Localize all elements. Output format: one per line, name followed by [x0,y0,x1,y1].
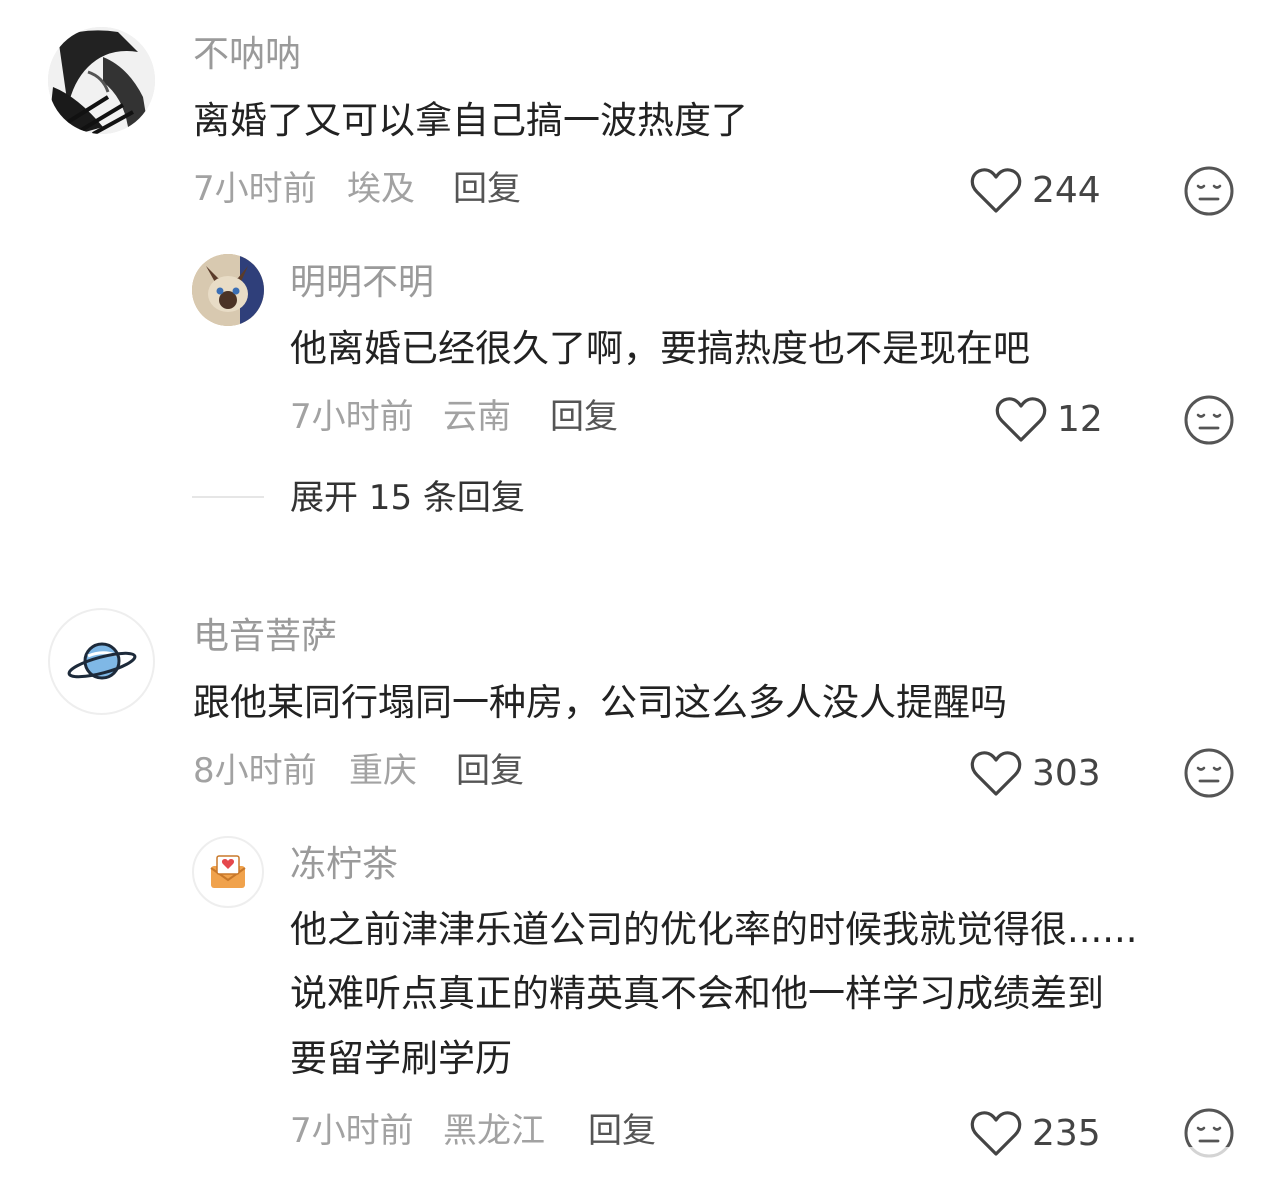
comment-username[interactable]: 不呐呐 [193,33,301,77]
heart-outline-icon [970,750,1022,798]
reply-time: 7小时前 [290,1111,414,1151]
reply-location: 云南 [443,397,511,437]
meh-face-icon[interactable] [1183,394,1235,450]
comment-text: 跟他某同行塌同一种房，公司这么多人没人提醒吗 [193,681,1007,724]
like-button[interactable]: 303 [970,746,1101,802]
avatar[interactable] [48,27,155,134]
watermark-overlay [1146,1147,1266,1173]
reply-button[interactable]: 回复 [588,1111,656,1151]
avatar[interactable] [48,608,155,715]
comment-location: 重庆 [349,751,417,791]
like-button[interactable]: 244 [970,163,1101,219]
reply-username[interactable]: 冻柠茶 [290,843,398,887]
comment-time: 7小时前 [193,169,317,209]
meh-face-icon[interactable] [1183,165,1235,221]
comment-username[interactable]: 电音菩萨 [193,615,337,659]
meh-face-icon[interactable] [1183,747,1235,803]
comment-time: 8小时前 [193,751,317,791]
reply-text-line: 说难听点真正的精英真不会和他一样学习成绩差到 [290,972,1104,1015]
like-count: 235 [1032,1113,1101,1154]
like-count: 244 [1032,170,1101,211]
reply-button[interactable]: 回复 [453,169,521,209]
reply-username[interactable]: 明明不明 [290,261,434,305]
reply-location: 黑龙江 [443,1111,545,1151]
heart-outline-icon [995,396,1047,444]
heart-outline-icon [970,1110,1022,1158]
like-count: 303 [1032,753,1101,794]
avatar[interactable] [192,254,264,326]
heart-outline-icon [970,167,1022,215]
reply-button[interactable]: 回复 [456,751,524,791]
expand-replies-button[interactable]: 展开 15 条回复 [290,478,525,518]
like-button[interactable]: 12 [995,392,1103,448]
like-button[interactable]: 235 [970,1106,1101,1162]
comment-text: 离婚了又可以拿自己搞一波热度了 [193,99,748,142]
expand-divider [192,496,264,498]
reply-text-line: 要留学刷学历 [290,1037,512,1080]
comment-location: 埃及 [347,169,415,209]
like-count: 12 [1057,399,1103,440]
reply-text: 他离婚已经很久了啊，要搞热度也不是现在吧 [290,327,1030,370]
reply-time: 7小时前 [290,397,414,437]
avatar[interactable] [192,836,264,908]
reply-text-line: 他之前津津乐道公司的优化率的时候我就觉得很...... [290,908,1138,951]
reply-button[interactable]: 回复 [550,397,618,437]
